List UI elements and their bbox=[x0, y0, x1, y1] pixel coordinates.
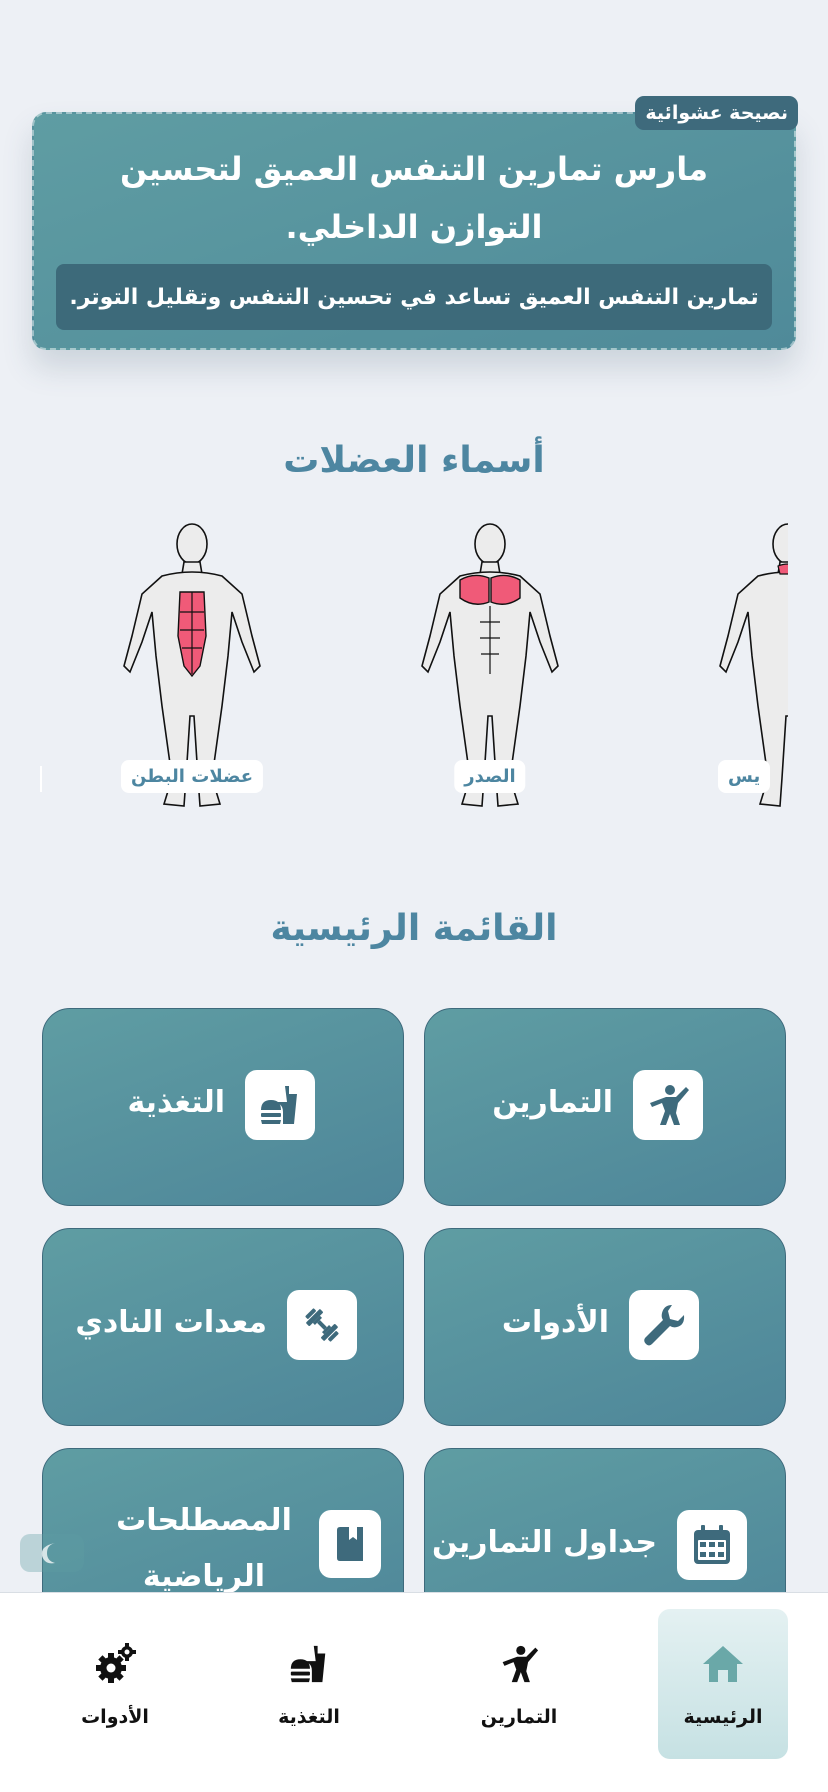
gears-icon bbox=[91, 1640, 139, 1688]
tip-body: تمارين التنفس العميق تساعد في تحسين التن… bbox=[56, 264, 772, 330]
nav-item-exercises[interactable]: التمارين bbox=[454, 1609, 584, 1759]
nav-label: الأدوات bbox=[81, 1706, 149, 1728]
muscles-carousel[interactable]: عضلات البطن الصدر يس bbox=[40, 510, 788, 830]
main-menu-title: القائمة الرئيسية bbox=[270, 908, 558, 949]
menu-label: التمارين bbox=[492, 1085, 613, 1120]
home-icon bbox=[699, 1640, 747, 1688]
menu-label: جداول التمارين bbox=[431, 1525, 657, 1560]
nav-item-tools[interactable]: الأدوات bbox=[50, 1609, 180, 1759]
nav-label: التغذية bbox=[278, 1706, 340, 1728]
moon-icon bbox=[41, 1543, 55, 1564]
nav-label: التمارين bbox=[480, 1706, 558, 1728]
muscle-card-chest[interactable]: الصدر bbox=[390, 510, 590, 830]
menu-card-nutrition[interactable]: التغذية bbox=[42, 1008, 404, 1206]
muscles-section-title: أسماء العضلات bbox=[283, 440, 545, 481]
muscle-label: يس bbox=[718, 760, 771, 793]
food-icon bbox=[245, 1070, 315, 1140]
food-icon bbox=[285, 1640, 333, 1688]
menu-label: التغذية bbox=[127, 1085, 225, 1120]
dumbbell-icon bbox=[287, 1290, 357, 1360]
muscle-label: عضلات البطن bbox=[120, 760, 264, 793]
martial-arts-icon bbox=[495, 1640, 543, 1688]
muscle-card-abs[interactable]: عضلات البطن bbox=[92, 510, 292, 830]
home-screen: نصيحة عشوائية مارس تمارين التنفس العميق … bbox=[0, 0, 828, 1792]
menu-label: المصطلحات الرياضية bbox=[116, 1503, 292, 1594]
wrench-icon bbox=[629, 1290, 699, 1360]
muscle-label: الصدر bbox=[454, 760, 526, 793]
carousel-indicator bbox=[40, 766, 42, 792]
bottom-navigation: الرئيسية التمارين التغذية الأدوات bbox=[0, 1592, 828, 1792]
calendar-icon bbox=[677, 1510, 747, 1580]
muscle-card-shoulders[interactable]: يس bbox=[688, 510, 788, 830]
nav-label: الرئيسية bbox=[683, 1706, 763, 1728]
menu-label: الأدوات bbox=[501, 1305, 609, 1340]
random-tip-card: نصيحة عشوائية مارس تمارين التنفس العميق … bbox=[32, 96, 798, 350]
theme-toggle-button[interactable] bbox=[20, 1534, 84, 1572]
martial-arts-icon bbox=[633, 1070, 703, 1140]
tip-title: مارس تمارين التنفس العميق لتحسين التوازن… bbox=[119, 150, 709, 246]
menu-card-gym-equipment[interactable]: معدات النادي bbox=[42, 1228, 404, 1426]
tip-badge: نصيحة عشوائية bbox=[635, 96, 798, 130]
book-icon bbox=[319, 1510, 381, 1578]
menu-label: معدات النادي bbox=[75, 1305, 267, 1340]
nav-item-home[interactable]: الرئيسية bbox=[658, 1609, 788, 1759]
nav-item-nutrition[interactable]: التغذية bbox=[244, 1609, 374, 1759]
menu-card-exercises[interactable]: التمارين bbox=[424, 1008, 786, 1206]
menu-card-tools[interactable]: الأدوات bbox=[424, 1228, 786, 1426]
